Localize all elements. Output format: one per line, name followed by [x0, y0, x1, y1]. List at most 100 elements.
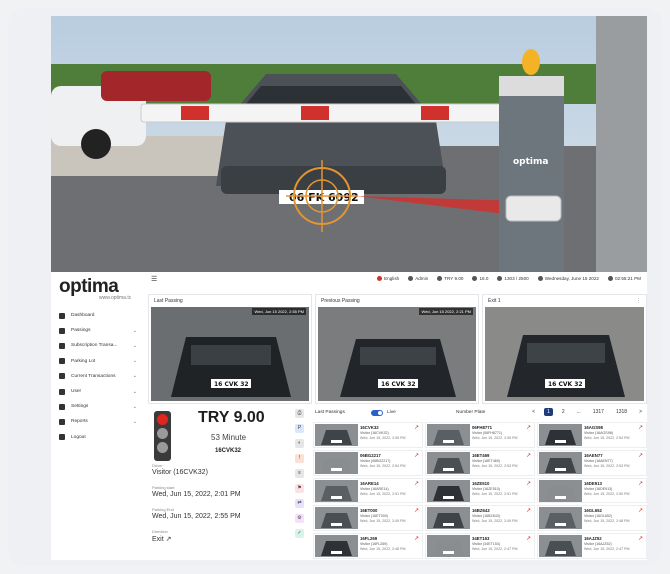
clock-icon [607, 276, 613, 281]
capture-button[interactable]: ◐ [295, 439, 304, 448]
exit-arrow-icon: ↗ [637, 536, 643, 543]
entry-name: Visitor (16FL269) [360, 542, 388, 547]
language-selector[interactable]: English [377, 276, 399, 281]
list-item[interactable]: 06BG2217 Visitor (06BG2217) Wed, Jun 15, 2… [313, 449, 423, 476]
passing-detail-card: TRY 9.00 53 Minute 16CVK32 Driver Visito… [148, 407, 309, 557]
hero-plate-text: 06 FK 6092 [289, 191, 359, 204]
list-item[interactable]: 16CVK32 Visitor (16CVK32) Wed, Jun 15, 202… [313, 422, 423, 448]
home-icon [59, 312, 65, 319]
page-button[interactable]: > [636, 408, 645, 416]
list-item[interactable]: 16AJZ52 Visitor (16AJZ52) Wed, Jun 15, 202… [537, 533, 647, 559]
open-button[interactable]: ✓ [295, 529, 304, 538]
list-item[interactable]: 16AGS98 Visitor (16AGS98) Wed, Jun 15, 202… [537, 422, 647, 448]
exit-arrow-icon: ↗ [525, 425, 531, 431]
sidebar-item-label: Subscription Transa... [71, 343, 118, 349]
cash-icon [437, 276, 443, 281]
page-button[interactable]: 1 [544, 408, 553, 416]
entry-plate: 16AGS98 [584, 425, 603, 430]
hamburger-icon[interactable]: ☰ [151, 275, 157, 283]
parking-icon [497, 276, 503, 281]
last-passing-image[interactable]: 16 CVK 32 Wed, Jun 15 2022, 2:55 PM [151, 307, 309, 401]
topbar: ☰ English Admin TRY 9.00 16.0 1303 / 250… [143, 272, 647, 286]
passings-grid: 16CVK32 Visitor (16CVK32) Wed, Jun 15, 202… [313, 422, 647, 559]
brand-url: www.optima.tc [99, 295, 132, 301]
passing-thumbnail [539, 535, 582, 558]
passing-thumbnail [427, 451, 470, 474]
exit-image[interactable]: 16 CVK 32 [485, 307, 644, 401]
sidebar-item-label: Reports [71, 419, 88, 425]
list-header: Last Passings Live Number Plate <1 2... 13… [311, 407, 647, 420]
driver-value: Visitor (16CVK32) [152, 469, 208, 476]
page-button[interactable]: 2 [559, 408, 568, 416]
sidebar-item[interactable]: Subscription Transa... ⌄ [55, 338, 141, 353]
entry-plate: 34ET153 [472, 536, 490, 542]
entry-time: Wed, Jun 15, 2022, 2:47 PM [472, 547, 518, 552]
chevron-down-icon: ⌄ [132, 342, 137, 349]
list-item[interactable]: 06FH8771 Visitor (06FH8771) Wed, Jun 15, 2… [425, 422, 535, 448]
entry-time: Wed, Jun 15, 2022, 2:51 PM [360, 491, 406, 496]
entry-time: Wed, Jun 15, 2022, 2:49 PM [472, 519, 518, 524]
list-item[interactable]: 16ET000 Visitor (16ET000) Wed, Jun 15, 202… [313, 505, 423, 532]
sidebar-item-label: User [71, 389, 82, 395]
entry-time: Wed, Jun 15, 2022, 2:53 PM [472, 463, 518, 468]
entry-plate: 16GL652 [584, 508, 602, 514]
entry-time: Wed, Jun 15, 2022, 2:48 PM [584, 519, 630, 524]
sidebar-item[interactable]: Parking Lot ⌄ [55, 354, 141, 369]
entry-time: Wed, Jun 15, 2022, 2:55 PM [472, 436, 518, 440]
capacity-indicator: 1303 / 2500 [497, 276, 529, 281]
filter-select[interactable]: Number Plate [456, 410, 485, 415]
page-button[interactable]: 1318 [613, 408, 630, 416]
entry-name: Visitor (16AGS98) [584, 431, 613, 435]
page-button[interactable]: < [529, 408, 538, 416]
entry-time: Wed, Jun 15, 2022, 2:51 PM [472, 491, 518, 496]
more-icon[interactable]: ⋮ [636, 298, 641, 304]
user-menu[interactable]: Admin [408, 276, 428, 281]
list-item[interactable]: 16FL269 Visitor (16FL269) Wed, Jun 15, 202… [313, 533, 423, 559]
sidebar-item[interactable]: Dashboard [55, 308, 141, 323]
entry-name: Visitor (16ZE510) [472, 486, 500, 491]
timestamp-label: Wed, Jun 15 2022, 2:55 PM [252, 308, 306, 315]
direction-value: Exit ↗ [152, 536, 172, 543]
list-item[interactable]: 16BZ643 Visitor (16BZ643) Wed, Jun 15, 202… [425, 505, 535, 532]
list-item[interactable]: 16ZE510 Visitor (16ZE510) Wed, Jun 15, 202… [425, 477, 535, 504]
chevron-down-icon: ⌄ [132, 418, 137, 425]
entry-time: Wed, Jun 15, 2022, 2:47 PM [584, 547, 630, 552]
sidebar-item[interactable]: Settings ⌄ [55, 399, 141, 414]
pagination: <1 2... 1317 1318 > [529, 408, 645, 416]
list-item[interactable]: 34ET153 Visitor (34ET153) Wed, Jun 15, 202… [425, 533, 535, 559]
plate-text: 16 CVK 32 [381, 381, 416, 388]
sidebar-item[interactable]: Passings ⌄ [55, 323, 141, 338]
exit-label: Parking End [152, 507, 174, 512]
page-button[interactable]: ... [574, 408, 584, 416]
list-button[interactable]: ≡ [295, 469, 304, 478]
panel-title: Previous Passing [321, 298, 360, 304]
live-toggle[interactable] [371, 410, 383, 416]
direction-label: Direction [152, 529, 168, 534]
print-button[interactable]: ⎙ [295, 409, 304, 418]
settings-button[interactable]: ⚙ [295, 514, 304, 523]
barrier-button[interactable]: ⇄ [295, 499, 304, 508]
list-item[interactable]: 16ARE14 Visitor (16ARE14) Wed, Jun 15, 202… [313, 477, 423, 504]
sidebar-item[interactable]: Reports ⌄ [55, 414, 141, 429]
trend-icon [472, 276, 478, 281]
exit-arrow-icon: ↗ [525, 536, 531, 543]
chevron-down-icon: ⌄ [132, 373, 137, 380]
alert-button[interactable]: ! [295, 454, 304, 463]
entry-time: Wed, Jun 15, 2022, 2:50 PM [584, 491, 630, 496]
flag-button[interactable]: ⚑ [295, 484, 304, 493]
page-button[interactable]: 1317 [590, 408, 607, 416]
list-item[interactable]: 16ET469 Visitor (16ET469) Wed, Jun 15, 202… [425, 449, 535, 476]
sidebar-item-label: Parking Lot [71, 358, 96, 364]
entry-plate: 16ET469 [472, 452, 490, 458]
exit-arrow-icon: ↗ [525, 452, 531, 459]
sidebar-item[interactable]: Current Transactions ⌄ [55, 369, 141, 384]
list-item[interactable]: 16GL652 Visitor (16GL652) Wed, Jun 15, 202… [537, 505, 647, 532]
sidebar-item[interactable]: Logout [55, 430, 141, 445]
info-button[interactable]: P [295, 424, 304, 433]
list-item[interactable]: 16AEN77 Visitor (16AEN77) Wed, Jun 15, 202… [537, 449, 647, 476]
previous-passing-image[interactable]: 16 CVK 32 Wed, Jun 15 2022, 2:21 PM [318, 307, 476, 401]
exit-value: Wed, Jun 15, 2022, 2:55 PM [152, 513, 241, 520]
list-item[interactable]: 16DE913 Visitor (16DE913) Wed, Jun 15, 202… [537, 477, 647, 504]
passing-thumbnail [315, 451, 358, 474]
sidebar-item[interactable]: User ⌄ [55, 384, 141, 399]
